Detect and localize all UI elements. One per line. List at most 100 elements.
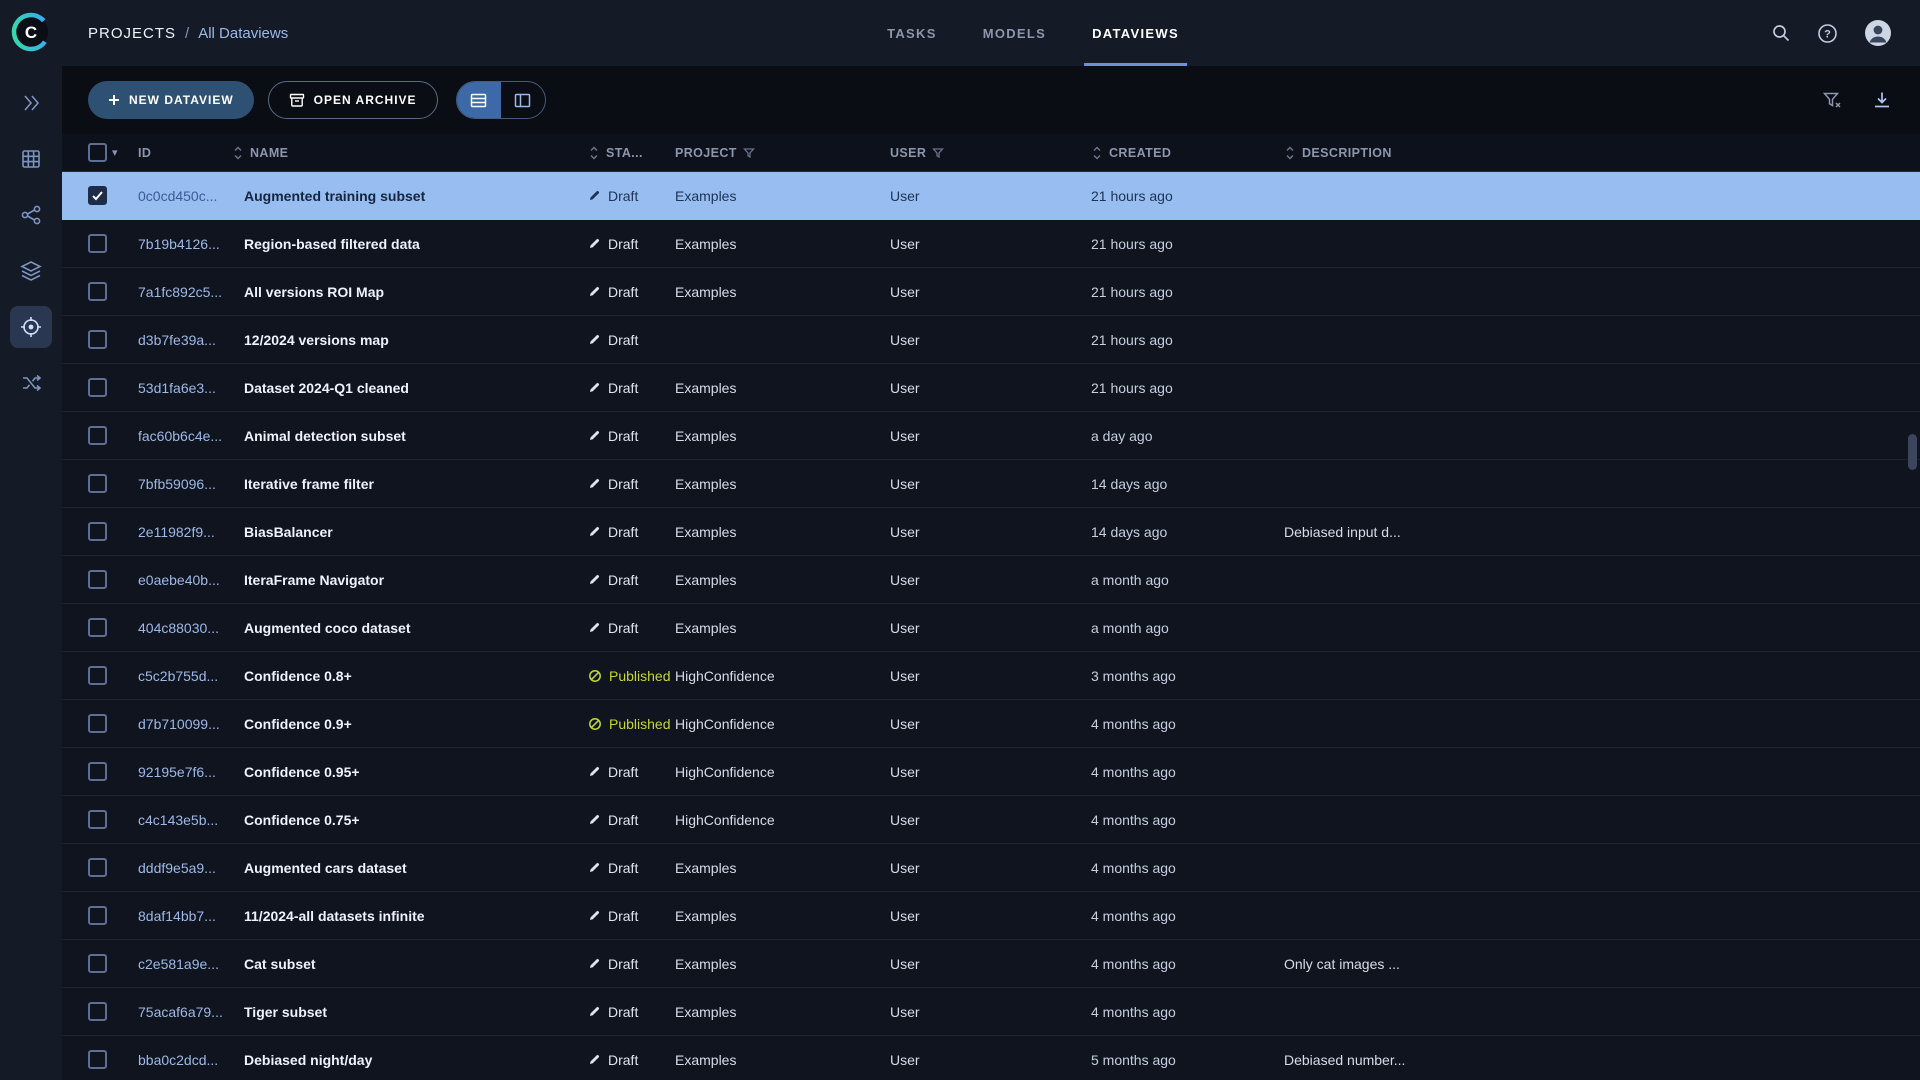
row-checkbox[interactable] [88,330,107,349]
row-id-link[interactable]: 75acaf6a79... [138,1004,232,1020]
tab-models[interactable]: MODELS [983,0,1046,66]
sort-icon[interactable] [588,145,600,160]
table-row[interactable]: d3b7fe39a... 12/2024 versions map Draft … [62,316,1920,364]
row-name-link[interactable]: Confidence 0.95+ [232,764,580,780]
row-checkbox[interactable] [88,522,107,541]
row-checkbox[interactable] [88,810,107,829]
row-name-link[interactable]: 12/2024 versions map [232,332,580,348]
row-id-link[interactable]: 404c88030... [138,620,232,636]
row-checkbox[interactable] [88,618,107,637]
clear-filters-button[interactable] [1822,90,1842,110]
table-row[interactable]: c2e581a9e... Cat subset Draft Examples U… [62,940,1920,988]
row-checkbox[interactable] [88,906,107,925]
row-name-link[interactable]: Dataset 2024-Q1 cleaned [232,380,580,396]
row-id-link[interactable]: fac60b6c4e... [138,428,232,444]
table-row[interactable]: fac60b6c4e... Animal detection subset Dr… [62,412,1920,460]
table-row[interactable]: d7b710099... Confidence 0.9+ Published H… [62,700,1920,748]
row-id-link[interactable]: d7b710099... [138,716,232,732]
row-name-link[interactable]: All versions ROI Map [232,284,580,300]
row-id-link[interactable]: 0c0cd450c... [138,188,232,204]
table-row[interactable]: 75acaf6a79... Tiger subset Draft Example… [62,988,1920,1036]
table-row[interactable]: 7a1fc892c5... All versions ROI Map Draft… [62,268,1920,316]
table-row[interactable]: 53d1fa6e3... Dataset 2024-Q1 cleaned Dra… [62,364,1920,412]
table-view-button[interactable] [456,82,501,118]
row-name-link[interactable]: BiasBalancer [232,524,580,540]
row-id-link[interactable]: c2e581a9e... [138,956,232,972]
clearml-logo[interactable]: C [9,10,53,54]
column-header-user[interactable]: USER [890,146,1091,160]
row-id-link[interactable]: 8daf14bb7... [138,908,232,924]
row-id-link[interactable]: c5c2b755d... [138,668,232,684]
table-row[interactable]: c5c2b755d... Confidence 0.8+ Published H… [62,652,1920,700]
column-header-created[interactable]: CREATED [1091,146,1284,160]
row-checkbox[interactable] [88,186,107,205]
row-checkbox[interactable] [88,570,107,589]
row-id-link[interactable]: e0aebe40b... [138,572,232,588]
table-row[interactable]: c4c143e5b... Confidence 0.75+ Draft High… [62,796,1920,844]
row-id-link[interactable]: d3b7fe39a... [138,332,232,348]
table-row[interactable]: 7b19b4126... Region-based filtered data … [62,220,1920,268]
row-name-link[interactable]: Confidence 0.9+ [232,716,580,732]
row-name-link[interactable]: Iterative frame filter [232,476,580,492]
table-row[interactable]: e0aebe40b... IteraFrame Navigator Draft … [62,556,1920,604]
filter-icon[interactable] [742,147,755,159]
row-name-link[interactable]: Animal detection subset [232,428,580,444]
column-header-id[interactable]: ID [138,146,232,160]
column-header-name[interactable]: NAME [232,146,580,160]
nav-datasets[interactable] [10,138,52,180]
column-header-status[interactable]: STA... [580,146,675,160]
nav-projects[interactable] [10,82,52,124]
filter-icon[interactable] [932,147,945,159]
table-row[interactable]: dddf9e5a9... Augmented cars dataset Draf… [62,844,1920,892]
row-checkbox[interactable] [88,282,107,301]
tab-dataviews[interactable]: DATAVIEWS [1084,0,1187,66]
row-name-link[interactable]: IteraFrame Navigator [232,572,580,588]
select-all-checkbox[interactable] [88,143,107,162]
nav-pipelines[interactable] [10,194,52,236]
row-id-link[interactable]: bba0c2dcd... [138,1052,232,1068]
row-id-link[interactable]: 7bfb59096... [138,476,232,492]
row-checkbox[interactable] [88,858,107,877]
row-checkbox[interactable] [88,1050,107,1069]
profile-button[interactable] [1864,19,1892,47]
row-name-link[interactable]: Confidence 0.8+ [232,668,580,684]
nav-dataviews[interactable] [10,306,52,348]
table-row[interactable]: 0c0cd450c... Augmented training subset D… [62,172,1920,220]
row-name-link[interactable]: Augmented coco dataset [232,620,580,636]
breadcrumb-projects[interactable]: PROJECTS [88,25,176,42]
row-id-link[interactable]: 53d1fa6e3... [138,380,232,396]
tab-tasks[interactable]: TASKS [887,0,937,66]
row-checkbox[interactable] [88,378,107,397]
row-name-link[interactable]: Cat subset [232,956,580,972]
search-button[interactable] [1771,23,1791,43]
sort-icon[interactable] [1091,145,1103,160]
row-name-link[interactable]: Debiased night/day [232,1052,580,1068]
row-checkbox[interactable] [88,714,107,733]
table-row[interactable]: 2e11982f9... BiasBalancer Draft Examples… [62,508,1920,556]
row-checkbox[interactable] [88,762,107,781]
new-dataview-button[interactable]: NEW DATAVIEW [88,81,254,119]
nav-hyperdatasets[interactable] [10,250,52,292]
row-name-link[interactable]: Confidence 0.75+ [232,812,580,828]
row-id-link[interactable]: c4c143e5b... [138,812,232,828]
sort-icon[interactable] [232,145,244,160]
column-header-description[interactable]: DESCRIPTION [1284,146,1920,160]
row-checkbox[interactable] [88,234,107,253]
row-checkbox[interactable] [88,666,107,685]
row-name-link[interactable]: Augmented cars dataset [232,860,580,876]
row-name-link[interactable]: Augmented training subset [232,188,580,204]
table-row[interactable]: 7bfb59096... Iterative frame filter Draf… [62,460,1920,508]
row-id-link[interactable]: dddf9e5a9... [138,860,232,876]
card-view-button[interactable] [501,82,545,118]
table-row[interactable]: 8daf14bb7... 11/2024-all datasets infini… [62,892,1920,940]
help-button[interactable]: ? [1817,23,1838,44]
row-name-link[interactable]: Tiger subset [232,1004,580,1020]
row-id-link[interactable]: 92195e7f6... [138,764,232,780]
select-dropdown-caret[interactable]: ▾ [112,146,118,159]
table-row[interactable]: 92195e7f6... Confidence 0.95+ Draft High… [62,748,1920,796]
nav-workflows[interactable] [10,362,52,404]
row-checkbox[interactable] [88,426,107,445]
row-id-link[interactable]: 7a1fc892c5... [138,284,232,300]
row-checkbox[interactable] [88,954,107,973]
row-checkbox[interactable] [88,1002,107,1021]
